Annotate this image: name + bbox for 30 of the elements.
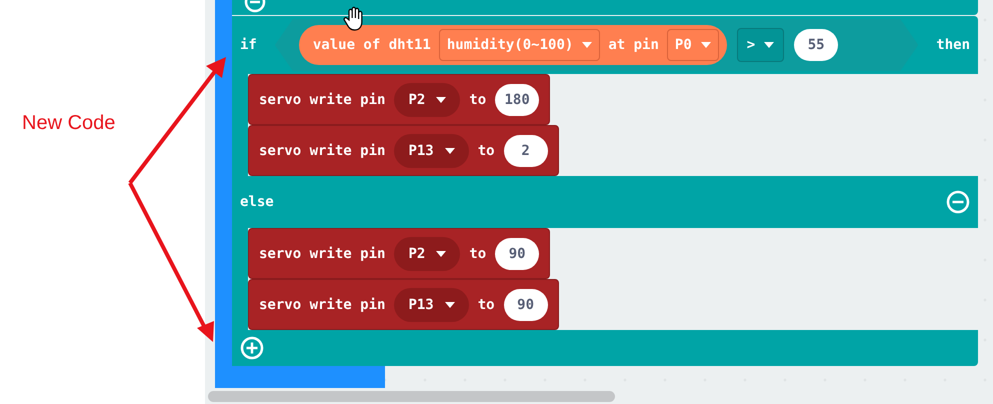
caret-icon: [700, 42, 711, 48]
plus-circle-icon[interactable]: [240, 336, 264, 360]
caret-icon: [436, 96, 446, 102]
pin-dropdown[interactable]: P2: [394, 236, 460, 270]
caret-icon: [444, 148, 455, 154]
annotation-label: New Code: [22, 112, 116, 134]
caret-icon: [436, 250, 446, 256]
caret-icon: [444, 302, 455, 308]
servo-block[interactable]: servo write pin P2 to 180: [248, 74, 550, 125]
hand-cursor-icon: [343, 6, 365, 32]
scrollbar[interactable]: [208, 391, 615, 402]
pin-dropdown[interactable]: P2: [394, 82, 460, 116]
value-input[interactable]: 2: [504, 134, 548, 166]
threshold-input[interactable]: 55: [794, 29, 838, 61]
caret-icon: [764, 42, 774, 48]
pin-dropdown[interactable]: P13: [394, 134, 469, 168]
if-keyword: if: [240, 37, 257, 53]
servo-block[interactable]: servo write pin P13 to 2: [248, 125, 559, 176]
value-input[interactable]: 180: [495, 84, 540, 116]
servo-block[interactable]: servo write pin P2 to 90: [248, 228, 550, 279]
then-keyword: then: [936, 37, 970, 53]
value-input[interactable]: 90: [495, 238, 540, 270]
if-block[interactable]: if value of dht11 humidity(0~100) at pin P0 > 55 then servo write pin P2 to 180 servo write pin P13 to 2 else servo write pin P2 to 90 servo write pin P13 to 90: [232, 16, 978, 366]
servo-block[interactable]: servo write pin P13 to 90: [248, 279, 559, 330]
caret-icon: [582, 42, 592, 48]
value-input[interactable]: 90: [504, 288, 548, 320]
pin-dropdown[interactable]: P13: [394, 288, 469, 322]
else-keyword: else: [240, 194, 274, 210]
minus-circle-icon[interactable]: [946, 190, 970, 214]
operator-dropdown[interactable]: >: [736, 28, 784, 62]
